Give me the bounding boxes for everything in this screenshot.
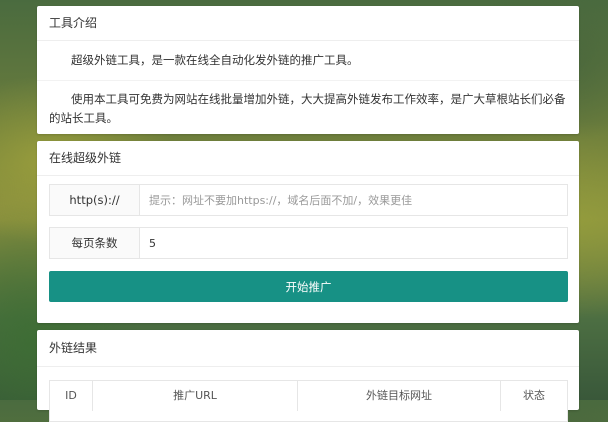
per-page-row: 每页条数	[49, 227, 568, 259]
intro-card: 工具介绍 超级外链工具，是一款在线全自动化发外链的推广工具。 使用本工具可免费为…	[37, 6, 579, 134]
per-page-input[interactable]	[140, 228, 567, 258]
link-form-card: 在线超级外链 http(s):// 每页条数 开始推广	[37, 141, 579, 323]
column-status: 状态	[523, 389, 545, 402]
intro-paragraph-1: 超级外链工具，是一款在线全自动化发外链的推广工具。	[37, 41, 579, 81]
url-row: http(s)://	[49, 184, 568, 216]
start-promotion-button[interactable]: 开始推广	[49, 271, 568, 302]
column-target-url: 外链目标网址	[298, 381, 501, 411]
column-promo-url: 推广URL	[93, 381, 298, 411]
results-card: 外链结果 ID 推广URL 外链目标网址 状态	[37, 330, 579, 422]
url-input[interactable]	[140, 185, 567, 215]
intro-title: 工具介绍	[37, 6, 579, 41]
column-id: ID	[50, 381, 93, 411]
per-page-label: 每页条数	[50, 228, 140, 258]
url-label: http(s)://	[50, 185, 140, 215]
intro-paragraph-2: 使用本工具可免费为网站在线批量增加外链，大大提高外链发布工作效率，是广大草根站长…	[49, 92, 566, 125]
results-table-header: ID 推广URL 外链目标网址 状态	[49, 380, 568, 422]
form-title: 在线超级外链	[37, 141, 579, 176]
results-title: 外链结果	[37, 330, 579, 367]
